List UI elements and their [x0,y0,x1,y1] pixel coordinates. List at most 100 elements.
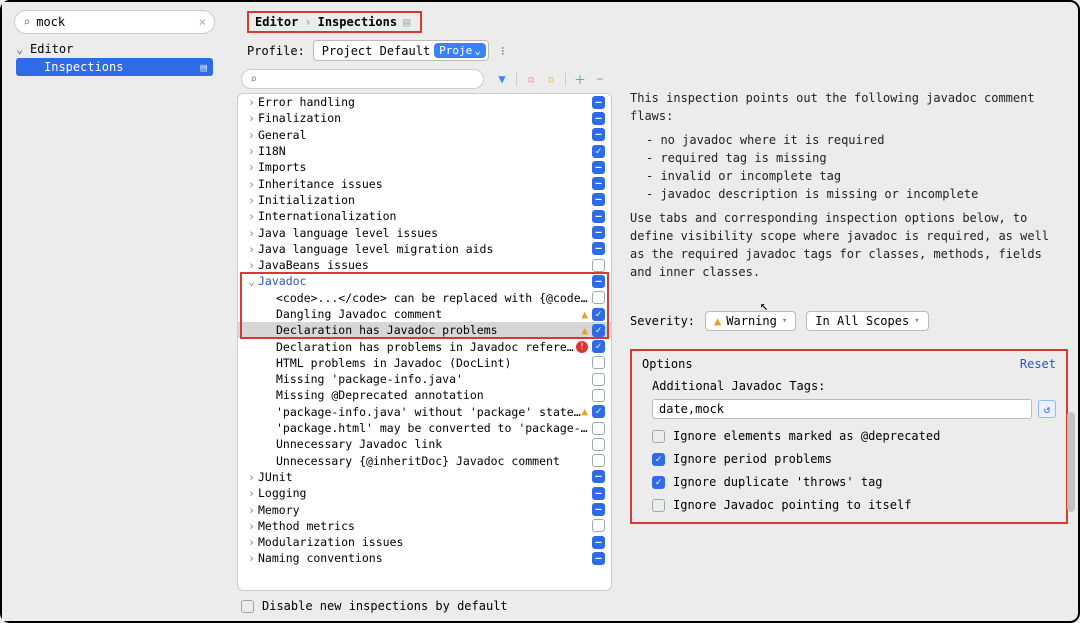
inspection-checkbox[interactable] [592,454,605,467]
chevron-right-icon[interactable] [248,193,258,207]
tree-row[interactable]: Imports [238,159,611,175]
chevron-right-icon[interactable] [248,535,258,549]
inspection-checkbox[interactable] [592,405,605,418]
expand-icon[interactable]: ▫ [523,72,539,86]
tree-row[interactable]: I18N [238,143,611,159]
inspection-checkbox[interactable] [592,177,605,190]
inspections-search[interactable]: ⌕ [241,69,484,89]
chevron-right-icon[interactable] [248,111,258,125]
tree-row[interactable]: 'package-info.java' without 'package' st… [238,404,611,420]
inspection-checkbox[interactable] [592,308,605,321]
chevron-right-icon[interactable] [248,486,258,500]
profile-actions-icon[interactable]: ⁝ [497,44,509,58]
chevron-right-icon[interactable] [248,226,258,240]
tree-row[interactable]: Naming conventions [238,550,611,566]
inspection-checkbox[interactable] [592,128,605,141]
tree-row[interactable]: Internationalization [238,208,611,224]
profile-selector[interactable]: Project Default Proje⌄ [313,40,489,61]
scope-selector[interactable]: In All Scopes ▾ [806,311,928,331]
inspection-checkbox[interactable] [592,519,605,532]
inspection-checkbox[interactable] [592,487,605,500]
reset-breadcrumb-icon[interactable]: ▤ [403,15,410,29]
scrollbar-thumb[interactable] [1067,412,1075,512]
chevron-down-icon[interactable] [248,274,258,288]
inspection-checkbox[interactable] [592,96,605,109]
tree-row[interactable]: JavaBeans issues [238,257,611,273]
inspection-checkbox[interactable] [592,503,605,516]
settings-search[interactable]: ⌕ × [14,10,215,34]
chevron-right-icon[interactable] [248,128,258,142]
tree-row[interactable]: JUnit [238,469,611,485]
inspection-checkbox[interactable] [592,259,605,272]
inspection-checkbox[interactable] [592,422,605,435]
tree-row[interactable]: Initialization [238,192,611,208]
chevron-right-icon[interactable] [248,95,258,109]
inspection-checkbox[interactable] [592,112,605,125]
chevron-right-icon[interactable] [248,519,258,533]
inspection-checkbox[interactable] [592,193,605,206]
tree-row[interactable]: 'package.html' may be converted to 'pack… [238,420,611,436]
chevron-right-icon[interactable] [248,209,258,223]
sidebar-group-editor[interactable]: ⌄ Editor [16,42,213,56]
clear-search-icon[interactable]: × [199,15,206,29]
collapse-icon[interactable]: ▫ [543,72,559,86]
inspection-checkbox[interactable] [592,373,605,386]
options-reset-link[interactable]: Reset [1020,357,1056,371]
chevron-right-icon[interactable] [248,258,258,272]
tree-row[interactable]: Unnecessary Javadoc link [238,436,611,452]
chevron-right-icon[interactable] [248,242,258,256]
tree-row[interactable]: Modularization issues [238,534,611,550]
inspection-checkbox[interactable] [592,536,605,549]
inspection-checkbox[interactable] [592,389,605,402]
inspection-checkbox[interactable] [592,470,605,483]
add-icon[interactable]: ＋ [572,71,588,88]
revert-tags-button[interactable]: ↺ [1038,400,1056,418]
chevron-right-icon[interactable] [248,470,258,484]
tree-row[interactable]: Finalization [238,110,611,126]
tree-row[interactable]: Logging [238,485,611,501]
tree-row[interactable]: Missing @Deprecated annotation [238,387,611,403]
inspection-checkbox[interactable] [592,226,605,239]
inspection-checkbox[interactable] [592,438,605,451]
inspection-checkbox[interactable] [592,356,605,369]
tree-row[interactable]: Declaration has problems in Javadoc refe… [238,338,611,354]
inspection-checkbox[interactable] [592,552,605,565]
tree-row[interactable]: Java language level issues [238,224,611,240]
additional-tags-input[interactable] [652,399,1032,419]
chevron-right-icon[interactable] [248,144,258,158]
tree-row[interactable]: Javadoc [238,273,611,289]
chevron-right-icon[interactable] [248,177,258,191]
tree-row[interactable]: Missing 'package-info.java' [238,371,611,387]
inspection-checkbox[interactable] [592,340,605,353]
tree-row[interactable]: Memory [238,501,611,517]
disable-new-inspections-checkbox[interactable] [241,600,254,613]
inspection-checkbox[interactable] [592,324,605,337]
option-checkbox[interactable] [652,430,665,443]
remove-icon[interactable]: − [592,72,608,86]
inspection-checkbox[interactable] [592,242,605,255]
filter-icon[interactable]: ▼ [494,72,510,86]
tree-row[interactable]: Error handling [238,94,611,110]
inspection-checkbox[interactable] [592,210,605,223]
tree-row[interactable]: Method metrics [238,518,611,534]
tree-row[interactable]: Inheritance issues [238,175,611,191]
tree-row[interactable]: Dangling Javadoc comment▲ [238,306,611,322]
settings-search-input[interactable] [36,15,199,29]
chevron-right-icon[interactable] [248,503,258,517]
inspections-tree[interactable]: Error handlingFinalizationGeneralI18NImp… [237,93,612,591]
chevron-right-icon[interactable] [248,551,258,565]
chevron-right-icon[interactable] [248,160,258,174]
inspection-checkbox[interactable] [592,291,605,304]
inspection-checkbox[interactable] [592,161,605,174]
tree-row[interactable]: General [238,127,611,143]
sidebar-item-inspections[interactable]: Inspections ▤ [16,58,213,76]
option-checkbox[interactable] [652,499,665,512]
option-checkbox[interactable] [652,476,665,489]
tree-row[interactable]: Declaration has Javadoc problems▲ [238,322,611,338]
tree-row[interactable]: Java language level migration aids [238,241,611,257]
inspection-checkbox[interactable] [592,145,605,158]
tree-row[interactable]: HTML problems in Javadoc (DocLint) [238,355,611,371]
severity-selector[interactable]: ▲ Warning ▾ [705,311,796,331]
inspection-checkbox[interactable] [592,275,605,288]
tree-row[interactable]: Unnecessary {@inheritDoc} Javadoc commen… [238,453,611,469]
